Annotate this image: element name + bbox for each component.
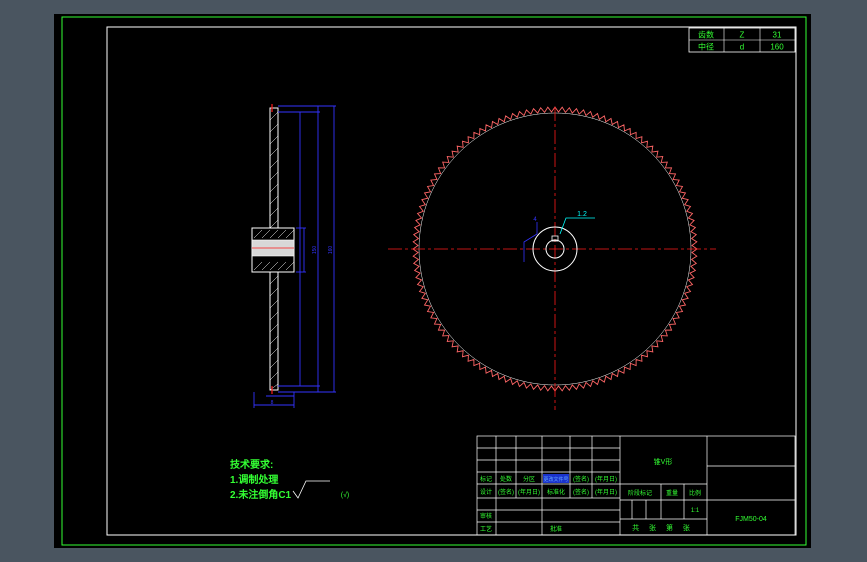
tb-r1-c6: (年月日) xyxy=(595,475,617,483)
spec-row1-label: 齿数 xyxy=(698,30,714,40)
tb-weight-label: 重量 xyxy=(666,489,678,497)
side-dim-label-inner: 150 xyxy=(312,246,318,255)
tech-notes-title: 技术要求: xyxy=(230,458,273,471)
spec-table: 齿数 Z 31 中径 d 160 xyxy=(688,27,796,53)
tb-r1-c2: 处数 xyxy=(500,475,512,483)
tb-r1-c5: (签名) xyxy=(573,475,589,483)
tb-r2-c1: 设计 xyxy=(480,488,492,496)
tb-process: 工艺 xyxy=(480,525,492,533)
tb-sheet-note: 共 张 第 张 xyxy=(632,523,694,532)
side-dim-bottom: 8 xyxy=(271,400,274,406)
tb-review: 审核 xyxy=(480,512,492,520)
spec-row1-value: 31 xyxy=(773,31,782,40)
tb-scale-label: 比例 xyxy=(689,489,701,497)
spec-row2-value: 160 xyxy=(770,43,784,52)
tb-r2-c6: (年月日) xyxy=(595,488,617,496)
tb-r2-c5: (签名) xyxy=(573,488,589,496)
side-dim-label-outer: 160 xyxy=(328,246,334,255)
tb-r1-c4: 更改文件号 xyxy=(543,476,568,483)
chamfer-callout: 1.2 xyxy=(577,211,587,218)
tb-approve: 批准 xyxy=(550,525,562,533)
tech-note-1: 1.调制处理 xyxy=(230,473,278,486)
tb-part-name: 锥V形 xyxy=(654,457,673,466)
tb-r2-c4: 标准化 xyxy=(547,488,565,496)
tb-r2-c3: (年月日) xyxy=(518,488,540,496)
tb-r2-c2: (签名) xyxy=(498,488,514,496)
tb-stage-label: 阶段标记 xyxy=(628,489,652,497)
spec-row2-symbol: d xyxy=(740,43,744,52)
cad-drawing-viewport[interactable]: 齿数 Z 31 中径 d 160 160 150 8 1.2 4 技术要求: 1… xyxy=(0,0,867,562)
tb-r1-c1: 标记 xyxy=(480,475,492,483)
spec-row1-symbol: Z xyxy=(740,31,745,40)
roughness-note: (√) xyxy=(341,491,350,499)
spec-row2-label: 中径 xyxy=(698,42,714,52)
drawing-canvas xyxy=(54,14,811,548)
tb-scale-value: 1:1 xyxy=(691,508,700,514)
tech-note-2: 2.未注倒角C1 xyxy=(230,488,292,501)
tb-drawing-number: FJM50-04 xyxy=(735,516,767,523)
tb-r1-c3: 分区 xyxy=(523,475,535,483)
